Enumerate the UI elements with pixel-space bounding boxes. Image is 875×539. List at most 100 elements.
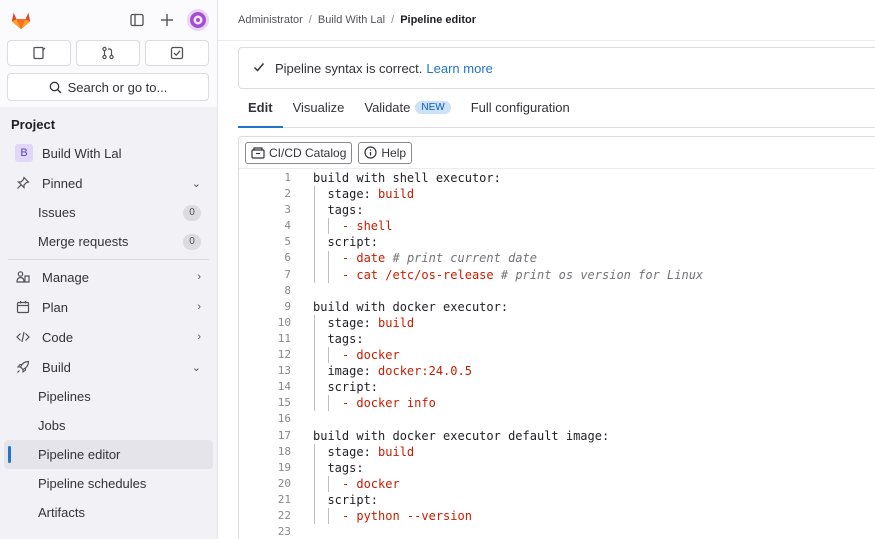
sidebar-divider [8,259,209,260]
line-number: 11 [277,331,291,345]
sidebar-item-pinned[interactable]: Pinned ⌄ [4,168,213,198]
line-number: 10 [277,315,291,329]
user-avatar[interactable] [187,9,209,31]
code-text: - docker info [341,396,436,411]
code-text: - cat /etc/os-release # print os version… [341,267,704,282]
cicd-catalog-label: CI/CD Catalog [269,145,347,160]
tab-label: Visualize [292,100,345,115]
chevron-right-icon: › [197,331,201,343]
indent-guide [328,347,330,364]
line-number: 23 [277,525,291,539]
project-name: Build With Lal [42,145,122,161]
code-line[interactable]: 19 tags: [239,460,875,476]
code-line[interactable]: 6 - date # print current date [239,250,875,266]
code-line[interactable]: 21 script: [239,492,875,508]
code-line[interactable]: 18 stage: build [239,444,875,460]
learn-more-link[interactable]: Learn more [426,61,492,76]
code-line[interactable]: 12 - docker [239,347,875,363]
tab-edit[interactable]: Edit [238,100,283,128]
sidebar-item-manage[interactable]: Manage › [4,262,213,292]
tab-full-configuration[interactable]: Full configuration [461,100,580,127]
tab-label: Edit [248,100,273,115]
calendar-icon [15,299,31,315]
indent-guide [314,443,315,525]
code-line[interactable]: 9 build with docker executor: [239,299,875,315]
code-line[interactable]: 1 build with shell executor: [239,170,875,186]
plus-icon[interactable] [157,10,177,30]
issues-shortcut-button[interactable] [7,40,71,66]
code-text: - python --version [341,508,472,523]
line-number: 21 [277,492,291,506]
sidebar-item-label: Pinned [42,175,83,191]
sidebar-item-plan[interactable]: Plan › [4,292,213,322]
code-line[interactable]: 11 tags: [239,331,875,347]
code-line[interactable]: 10 stage: build [239,315,875,331]
code-line[interactable]: 20 - docker [239,476,875,492]
code-line[interactable]: 8 [239,283,875,299]
code-line[interactable]: 14 script: [239,379,875,395]
code-editor-panel: CI/CD Catalog Help 1 build with shell exe… [238,136,875,539]
chevron-right-icon: › [197,271,201,283]
sidebar-section-title: Project [11,117,56,132]
indent-guide [314,314,315,412]
code-line[interactable]: 5 script: [239,234,875,250]
sidebar-header [0,0,217,40]
code-editor[interactable]: 1 build with shell executor: 2 stage: buil… [239,170,875,539]
breadcrumb-item[interactable]: Administrator [238,14,303,26]
code-text: script: [327,235,379,250]
breadcrumb-separator: / [391,14,395,26]
merge-request-icon [102,46,114,60]
sidebar-item-build[interactable]: Build ⌄ [4,352,213,382]
code-line[interactable]: 2 stage: build [239,186,875,202]
sidebar-item-issues[interactable]: Issues 0 [4,198,213,227]
indent-guide [328,475,330,492]
code-text: stage: build [327,187,415,202]
sidebar-item-pipeline-editor[interactable]: Pipeline editor [4,440,213,469]
tab-visualize[interactable]: Visualize [283,100,355,127]
code-text: stage: build [327,444,415,459]
sidebar-item-merge-requests[interactable]: Merge requests 0 [4,227,213,256]
code-line[interactable]: 4 - shell [239,218,875,234]
users-icon [15,269,31,285]
sidebar-item-project[interactable]: B Build With Lal [4,138,213,168]
line-number: 15 [277,396,291,410]
sidebar-item-pipelines[interactable]: Pipelines [4,382,213,411]
code-line[interactable]: 3 tags: [239,202,875,218]
todo-shortcut-button[interactable] [145,40,209,66]
code-text: build with docker executor: [313,299,509,314]
code-text: - docker [341,348,400,363]
code-text: script: [327,380,379,395]
code-text: stage: build [327,315,415,330]
code-line[interactable]: 17 build with docker executor default ima… [239,428,875,444]
breadcrumb-current[interactable]: Pipeline editor [400,14,476,26]
tab-label: Validate [364,100,411,115]
code-line[interactable]: 13 image: docker:24.0.5 [239,363,875,379]
toggle-sidebar-icon[interactable] [127,10,147,30]
chevron-down-icon: ⌄ [191,361,201,374]
code-text: - date # print current date [341,251,537,266]
check-icon [253,61,265,76]
help-button[interactable]: Help [358,141,413,164]
code-line[interactable]: 7 - cat /etc/os-release # print os versi… [239,267,875,283]
code-line[interactable]: 22 - python --version [239,508,875,524]
search-button[interactable]: Search or go to... [7,73,209,101]
sidebar-item-jobs[interactable]: Jobs [4,411,213,440]
sidebar-item-pipeline-schedules[interactable]: Pipeline schedules [4,469,213,498]
sidebar-item-artifacts[interactable]: Artifacts [4,498,213,527]
breadcrumb: Administrator / Build With Lal / Pipelin… [218,0,875,40]
help-icon [364,146,377,159]
code-line[interactable]: 15 - docker info [239,395,875,411]
sidebar-item-code[interactable]: Code › [4,322,213,352]
sidebar-item-label: Merge requests [38,234,129,249]
breadcrumb-item[interactable]: Build With Lal [318,14,385,26]
line-number: 6 [284,251,291,265]
code-line[interactable]: 23 [239,524,875,539]
cicd-catalog-button[interactable]: CI/CD Catalog [245,141,353,164]
tab-label: Full configuration [470,100,570,115]
line-number: 20 [277,476,291,490]
gitlab-logo-icon[interactable] [10,9,32,31]
code-line[interactable]: 16 [239,411,875,427]
tab-validate[interactable]: Validate NEW [354,100,460,127]
merge-requests-shortcut-button[interactable] [76,40,140,66]
sidebar-item-label: Issues [38,205,76,220]
